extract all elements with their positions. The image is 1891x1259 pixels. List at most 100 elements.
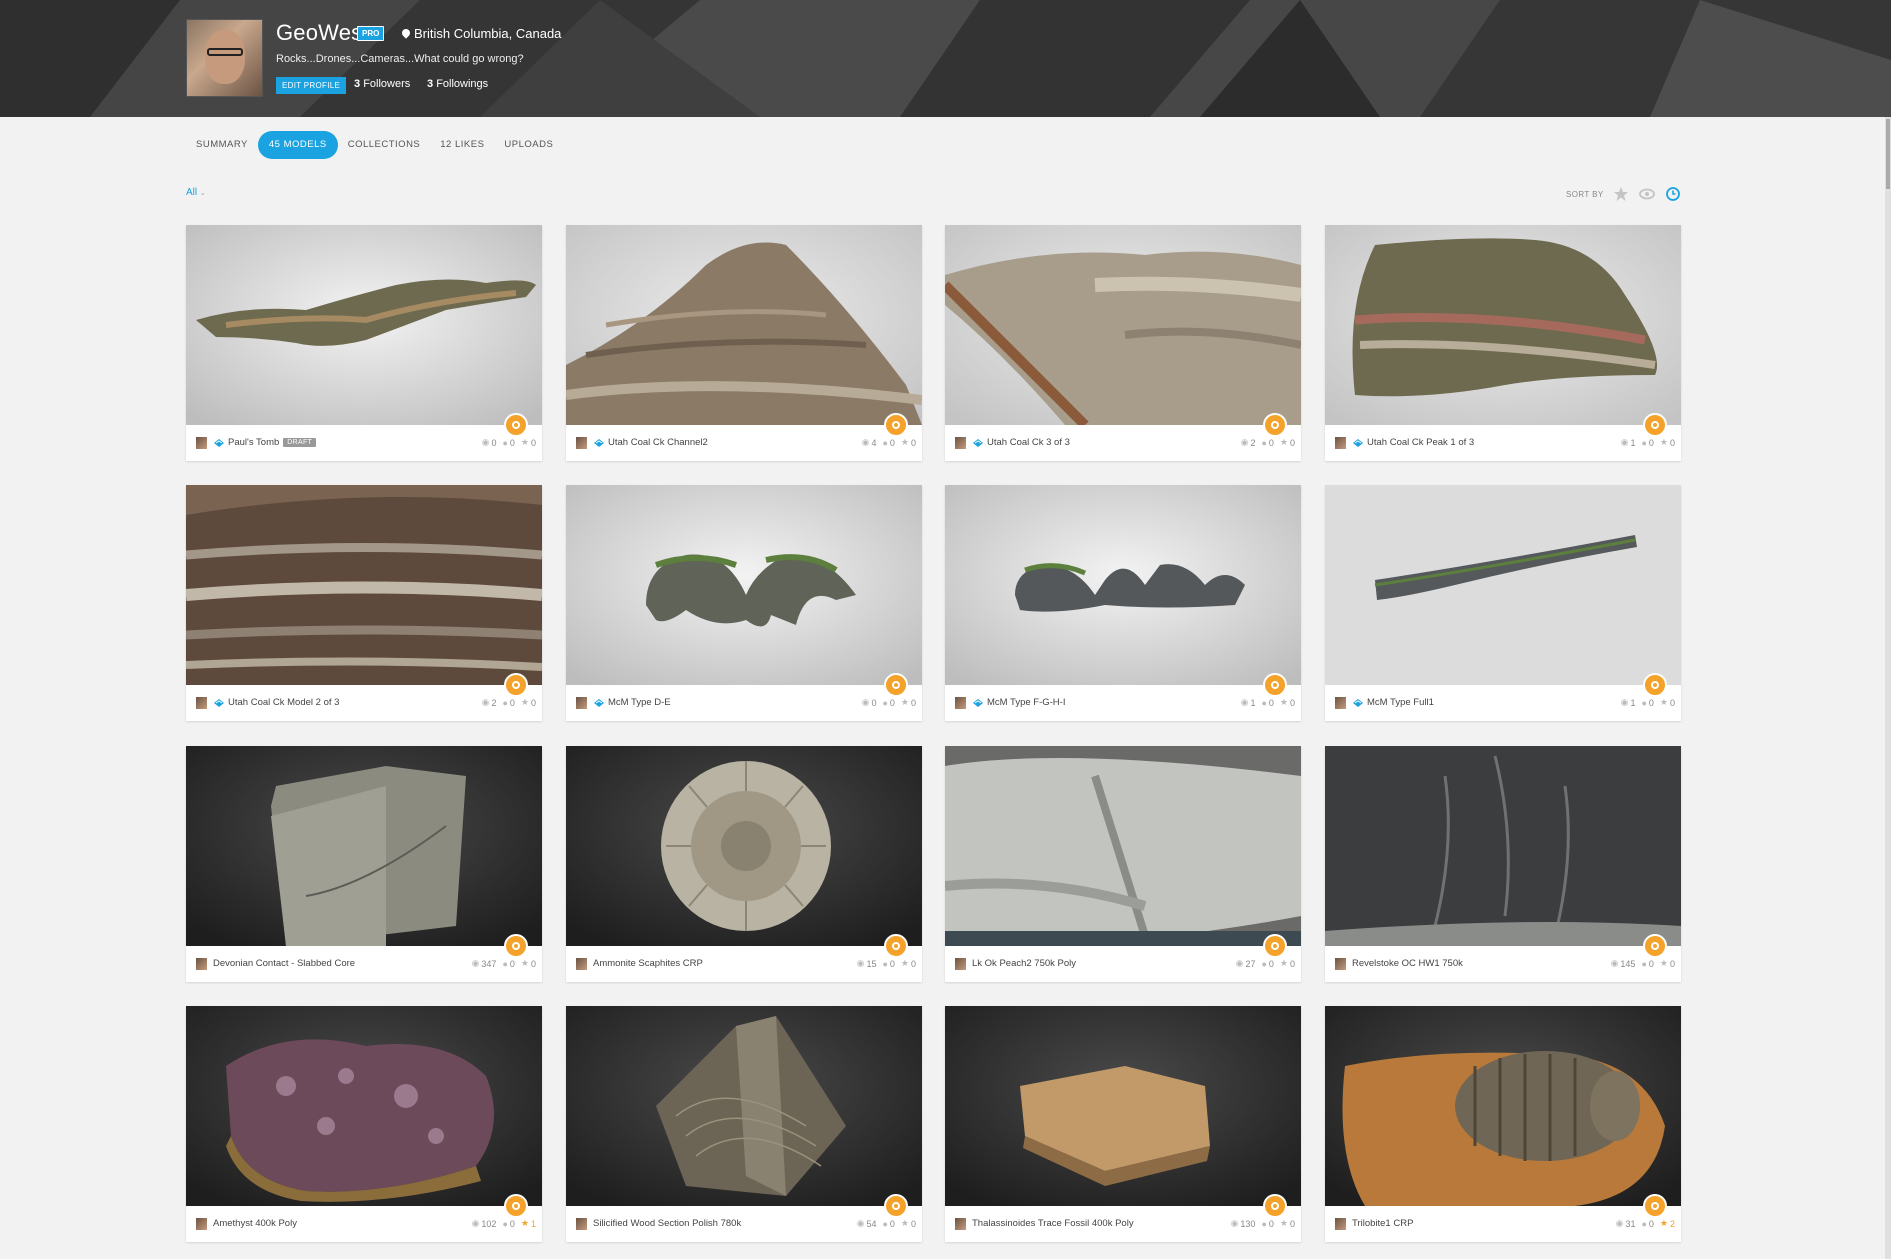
model-title-link[interactable]: Utah Coal Ck Model 2 of 3: [228, 697, 339, 708]
model-title-link[interactable]: Amethyst 400k Poly: [213, 1218, 297, 1229]
model-card[interactable]: Trilobite1 CRP ◉ 31 ● 0 ★ 2: [1325, 1006, 1681, 1242]
likes-count[interactable]: ★ 0: [901, 958, 916, 969]
model-title-link[interactable]: Devonian Contact - Slabbed Core: [213, 958, 355, 969]
followings-link[interactable]: 3 Followings: [427, 78, 488, 90]
model-thumbnail[interactable]: [945, 225, 1301, 425]
tab-uploads[interactable]: UPLOADS: [494, 131, 563, 159]
model-thumbnail[interactable]: [566, 485, 922, 685]
model-title-link[interactable]: Paul's Tomb DRAFT: [228, 437, 317, 448]
model-title-link[interactable]: Trilobite1 CRP: [1352, 1218, 1413, 1229]
profile-avatar[interactable]: [186, 19, 263, 97]
model-thumbnail[interactable]: [945, 746, 1301, 946]
clock-icon[interactable]: [1665, 186, 1681, 202]
model-card[interactable]: Silicified Wood Section Polish 780k ◉ 54 ● 0…: [566, 1006, 922, 1242]
model-card[interactable]: Paul's Tomb DRAFT ◉ 0 ● 0 ★ 0: [186, 225, 542, 461]
edit-profile-button[interactable]: EDIT PROFILE: [276, 77, 347, 94]
author-avatar[interactable]: [576, 437, 587, 449]
followers-link[interactable]: 3 Followers: [354, 78, 410, 90]
author-avatar[interactable]: [1335, 437, 1346, 449]
model-title-link[interactable]: McM Type D-E: [608, 697, 671, 708]
model-card[interactable]: Lk Ok Peach2 750k Poly ◉ 27 ● 0 ★ 0: [945, 746, 1301, 982]
author-avatar[interactable]: [955, 958, 966, 970]
tab-collections[interactable]: COLLECTIONS: [338, 131, 431, 159]
model-thumbnail[interactable]: [186, 485, 542, 685]
model-title-link[interactable]: Utah Coal Ck Peak 1 of 3: [1367, 437, 1474, 448]
model-card[interactable]: McM Type Full1 ◉ 1 ● 0 ★ 0: [1325, 485, 1681, 721]
model-card[interactable]: McM Type F-G-H-I ◉ 1 ● 0 ★ 0: [945, 485, 1301, 721]
author-avatar[interactable]: [196, 437, 207, 449]
likes-count[interactable]: ★ 0: [521, 697, 536, 708]
model-title-link[interactable]: Thalassinoides Trace Fossil 400k Poly: [972, 1218, 1134, 1229]
star-icon: ★: [520, 958, 529, 968]
likes-count[interactable]: ★ 0: [1660, 437, 1675, 448]
model-title-link[interactable]: Utah Coal Ck 3 of 3: [987, 437, 1070, 448]
likes-count[interactable]: ★ 0: [1280, 697, 1295, 708]
author-avatar[interactable]: [576, 1218, 587, 1230]
author-avatar[interactable]: [955, 1218, 966, 1230]
model-thumbnail[interactable]: [1325, 225, 1681, 425]
likes-count[interactable]: ★ 0: [1660, 697, 1675, 708]
star-icon: ★: [520, 1218, 529, 1228]
star-icon: ★: [520, 437, 529, 447]
likes-count[interactable]: ★ 0: [901, 697, 916, 708]
model-card[interactable]: Revelstoke OC HW1 750k ◉ 145 ● 0 ★ 0: [1325, 746, 1681, 982]
model-card[interactable]: Thalassinoides Trace Fossil 400k Poly ◉ 13…: [945, 1006, 1301, 1242]
model-title-link[interactable]: Ammonite Scaphites CRP: [593, 958, 703, 969]
model-card[interactable]: Amethyst 400k Poly ◉ 102 ● 0 ★ 1: [186, 1006, 542, 1242]
model-thumbnail[interactable]: [1325, 746, 1681, 946]
model-card[interactable]: Utah Coal Ck Peak 1 of 3 ◉ 1 ● 0 ★ 0: [1325, 225, 1681, 461]
likes-count[interactable]: ★ 0: [1660, 958, 1675, 969]
comment-icon: ●: [502, 958, 508, 969]
model-card[interactable]: Utah Coal Ck 3 of 3 ◉ 2 ● 0 ★ 0: [945, 225, 1301, 461]
eye-icon[interactable]: [1639, 186, 1655, 202]
model-card[interactable]: Ammonite Scaphites CRP ◉ 15 ● 0 ★ 0: [566, 746, 922, 982]
model-thumbnail[interactable]: [945, 1006, 1301, 1206]
model-caption: McM Type D-E ◉ 0 ● 0 ★ 0: [566, 685, 922, 721]
model-thumbnail[interactable]: [186, 746, 542, 946]
tab-likes[interactable]: 12 LIKES: [430, 131, 494, 159]
author-avatar[interactable]: [955, 437, 966, 449]
model-title-link[interactable]: Utah Coal Ck Channel2: [608, 437, 708, 448]
model-thumbnail[interactable]: [566, 746, 922, 946]
likes-count[interactable]: ★ 1: [521, 1218, 536, 1229]
likes-count[interactable]: ★ 0: [901, 1218, 916, 1229]
author-avatar[interactable]: [1335, 697, 1346, 709]
model-title-link[interactable]: Silicified Wood Section Polish 780k: [593, 1218, 741, 1229]
model-thumbnail[interactable]: [186, 225, 542, 425]
model-thumbnail[interactable]: [566, 225, 922, 425]
author-avatar[interactable]: [196, 958, 207, 970]
model-title-link[interactable]: McM Type Full1: [1367, 697, 1434, 708]
likes-count[interactable]: ★ 2: [1660, 1218, 1675, 1229]
model-thumbnail[interactable]: [1325, 485, 1681, 685]
author-avatar[interactable]: [576, 958, 587, 970]
author-avatar[interactable]: [1335, 958, 1346, 970]
star-icon[interactable]: [1613, 186, 1629, 202]
model-thumbnail[interactable]: [186, 1006, 542, 1206]
model-thumbnail[interactable]: [945, 485, 1301, 685]
model-title-link[interactable]: Revelstoke OC HW1 750k: [1352, 958, 1463, 969]
model-thumbnail[interactable]: [566, 1006, 922, 1206]
likes-count[interactable]: ★ 0: [521, 437, 536, 448]
model-card[interactable]: Utah Coal Ck Model 2 of 3 ◉ 2 ● 0 ★ 0: [186, 485, 542, 721]
author-avatar[interactable]: [576, 697, 587, 709]
category-filter-dropdown[interactable]: All ⌄: [186, 187, 206, 198]
likes-count[interactable]: ★ 0: [521, 958, 536, 969]
likes-count[interactable]: ★ 0: [1280, 1218, 1295, 1229]
model-card[interactable]: Devonian Contact - Slabbed Core ◉ 347 ● 0 ★ 0: [186, 746, 542, 982]
page-scrollbar[interactable]: [1885, 117, 1891, 1259]
model-card[interactable]: McM Type D-E ◉ 0 ● 0 ★ 0: [566, 485, 922, 721]
author-avatar[interactable]: [196, 697, 207, 709]
likes-count[interactable]: ★ 0: [1280, 958, 1295, 969]
model-card[interactable]: Utah Coal Ck Channel2 ◉ 4 ● 0 ★ 0: [566, 225, 922, 461]
author-avatar[interactable]: [196, 1218, 207, 1230]
author-avatar[interactable]: [955, 697, 966, 709]
model-title-link[interactable]: McM Type F-G-H-I: [987, 697, 1065, 708]
likes-count[interactable]: ★ 0: [1280, 437, 1295, 448]
tab-summary[interactable]: SUMMARY: [186, 131, 258, 159]
model-thumbnail[interactable]: [1325, 1006, 1681, 1206]
author-avatar[interactable]: [1335, 1218, 1346, 1230]
star-icon: ★: [1659, 958, 1668, 968]
likes-count[interactable]: ★ 0: [901, 437, 916, 448]
tab-models[interactable]: 45 MODELS: [257, 131, 338, 159]
model-title-link[interactable]: Lk Ok Peach2 750k Poly: [972, 958, 1076, 969]
